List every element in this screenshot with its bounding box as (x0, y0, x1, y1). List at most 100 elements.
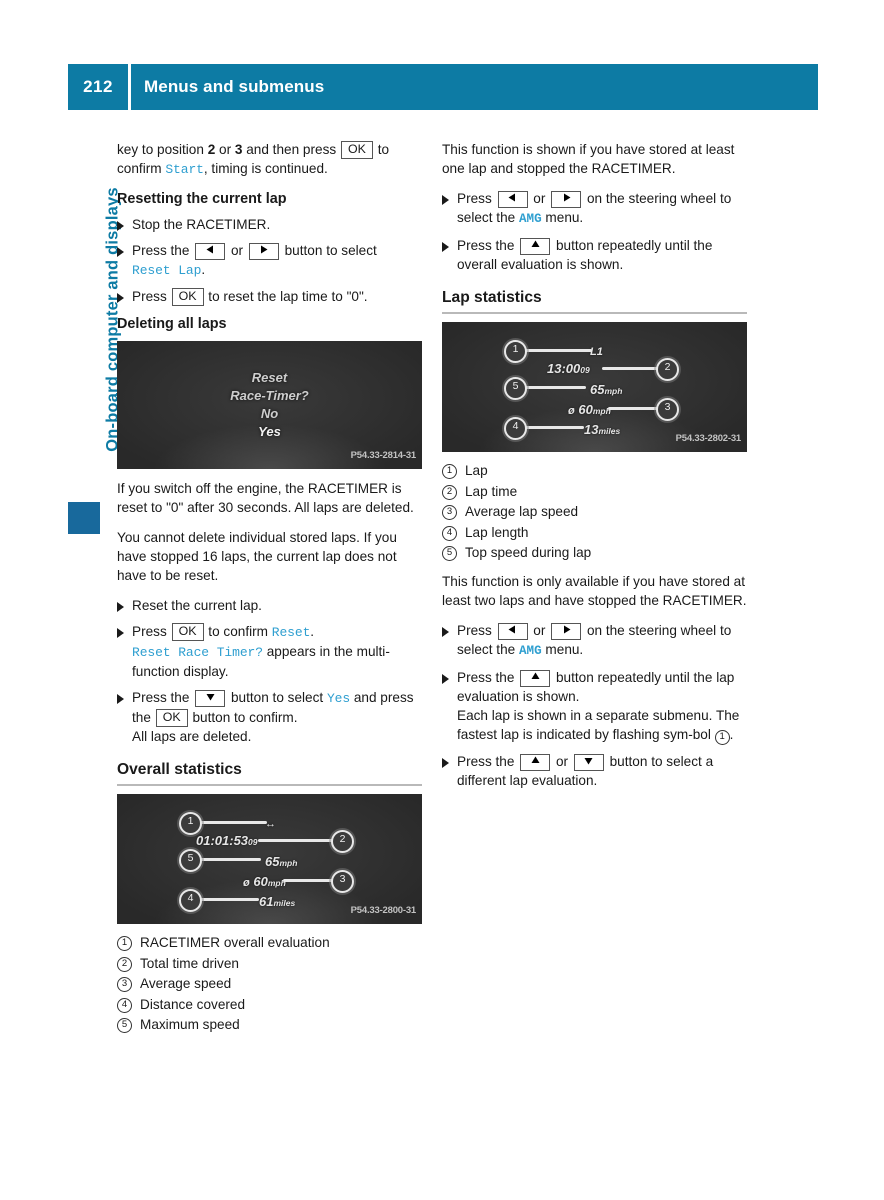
page-header: 212 Menus and submenus (68, 64, 818, 110)
dialog-line-2: Race-Timer? (230, 388, 309, 403)
value-total-time-number: 01:01:53 (196, 833, 249, 848)
callout-bubble-1: 1 (504, 340, 527, 363)
ok-key-icon: OK (171, 288, 204, 306)
dialog-line-1: Reset (251, 370, 288, 385)
legend-number: 5 (117, 1018, 132, 1033)
value-lap-length-unit: miles (598, 426, 621, 436)
value-distance-number: 61 (259, 894, 274, 909)
intro-text-1: key to position (117, 142, 208, 157)
ok-key-icon: OK (155, 709, 188, 727)
legend-label: Distance covered (140, 996, 246, 1012)
step-text: or (552, 754, 572, 769)
callout-bubble-5: 5 (504, 377, 527, 400)
paragraph-cannot-delete-individual: You cannot delete individual stored laps… (117, 530, 397, 583)
legend-item: 3 Average lap speed (442, 503, 747, 520)
step-text: . (310, 624, 315, 639)
step-text: Press the (457, 238, 519, 253)
legend-label: Total time driven (140, 955, 239, 971)
legend-item: 2 Total time driven (117, 955, 422, 972)
step-press-up-down-select-lap: Press the or button to select a differen… (442, 752, 747, 790)
legend-number: 4 (442, 525, 457, 541)
step-text: or (529, 191, 550, 206)
value-lap-label: L1 (590, 346, 603, 358)
step-text: Press the (457, 670, 519, 685)
screenshot-lap-statistics: L1 13:0009 65mph ø 60mph 13miles 1 2 5 3… (442, 322, 747, 452)
step-text: Press (457, 191, 496, 206)
legend-label: Lap length (465, 524, 529, 540)
value-average-lap-speed: ø 60mph (568, 400, 611, 421)
code-reset: Reset (271, 625, 311, 640)
step-press-left-right-amg-menu-lap: Press or on the steering wheel to select… (442, 621, 747, 661)
screenshot-reset-race-timer-dialog: Reset Race-Timer? No Yes P54.33-2814-31 (117, 341, 422, 469)
figure-code: P54.33-2800-31 (350, 905, 417, 916)
leader-line-4 (524, 426, 584, 429)
ok-key-icon: OK (340, 141, 373, 159)
leader-line-1 (199, 821, 267, 824)
legend-item: 1 RACETIMER overall evaluation (117, 934, 422, 951)
step-continuation: All laps are deleted. (132, 729, 252, 744)
leader-line-3 (283, 879, 335, 882)
legend-lap-statistics: 1 Lap 2 Lap time 3 Average lap speed 4 Lap l… (442, 462, 747, 561)
step-text: Press (132, 289, 171, 304)
down-arrow-key-icon (195, 690, 226, 707)
step-text: button to confirm. (188, 710, 298, 725)
value-distance: 61miles (259, 892, 295, 913)
left-arrow-key-icon (497, 191, 528, 208)
callout-bubble-5: 5 (179, 849, 202, 872)
step-press-left-right-reset-lap: Press the or button to select Reset Lap. (117, 241, 422, 280)
right-column: This function is shown if you have store… (442, 140, 747, 797)
dialog-option-yes: Yes (258, 424, 281, 439)
step-text: Press the (457, 754, 519, 769)
code-yes: Yes (326, 691, 351, 706)
legend-number: 4 (117, 997, 132, 1013)
value-lap-length-number: 13 (584, 422, 599, 437)
leader-line-2 (602, 367, 658, 370)
legend-item: 3 Average speed (117, 975, 422, 992)
step-text: . (201, 262, 206, 277)
step-text: Press (132, 624, 171, 639)
dialog-option-no: No (260, 406, 279, 421)
dialog-text: Reset Race-Timer? No Yes (117, 369, 422, 441)
legend-label: Average lap speed (465, 504, 579, 519)
screenshot-overall-statistics: ↔ 01:01:5309 65mph ø 60mph 61miles 1 2 5… (117, 794, 422, 924)
leader-line-2 (258, 839, 333, 842)
heading-overall-statistics: Overall statistics (117, 760, 422, 786)
up-arrow-key-icon (520, 670, 551, 687)
heading-lap-statistics: Lap statistics (442, 288, 747, 314)
step-text: . (729, 727, 734, 742)
figure-code: P54.33-2802-31 (675, 433, 742, 444)
legend-overall-statistics: 1 RACETIMER overall evaluation 2 Total tim… (117, 934, 422, 1033)
legend-number: 3 (117, 977, 132, 992)
callout-bubble-3: 3 (656, 398, 679, 421)
value-max-speed-number: 65 (265, 854, 280, 869)
leader-line-3 (608, 407, 660, 410)
up-arrow-key-icon (520, 754, 551, 771)
legend-number: 2 (442, 484, 457, 500)
intro-text-2: or (215, 142, 235, 157)
paragraph-engine-off-reset: If you switch off the engine, the RACETI… (117, 481, 414, 515)
callout-bubble-2: 2 (331, 830, 354, 853)
value-lap-length: 13miles (584, 420, 620, 441)
page-number: 212 (83, 77, 113, 96)
code-reset-lap: Reset Lap (132, 263, 202, 278)
code-reset-race-timer: Reset Race Timer? (132, 645, 263, 660)
value-lap-time-unit: 09 (580, 365, 590, 375)
legend-label: Lap (465, 463, 488, 478)
value-evaluation-symbol: ↔ (265, 818, 276, 830)
callout-bubble-2: 2 (656, 358, 679, 381)
value-lap-time: 13:0009 (547, 359, 590, 380)
left-column: key to position 2 or 3 and then press OK… (117, 140, 422, 1044)
paragraph-function-shown-condition: This function is shown if you have store… (442, 142, 735, 176)
step-text: Reset the current lap. (132, 598, 262, 613)
legend-item: 4 Lap length (442, 524, 747, 541)
figure-code: P54.33-2814-31 (350, 450, 417, 461)
legend-label: Top speed during lap (465, 545, 592, 560)
down-arrow-key-icon (573, 754, 604, 771)
value-total-time: 01:01:5309 (196, 831, 258, 852)
legend-item: 5 Maximum speed (117, 1016, 422, 1033)
value-average-speed: ø 60mph (243, 872, 286, 893)
code-start: Start (165, 162, 204, 177)
value-total-time-unit: 09 (248, 837, 258, 847)
legend-number: 1 (117, 936, 132, 951)
value-max-speed: 65mph (265, 852, 297, 873)
